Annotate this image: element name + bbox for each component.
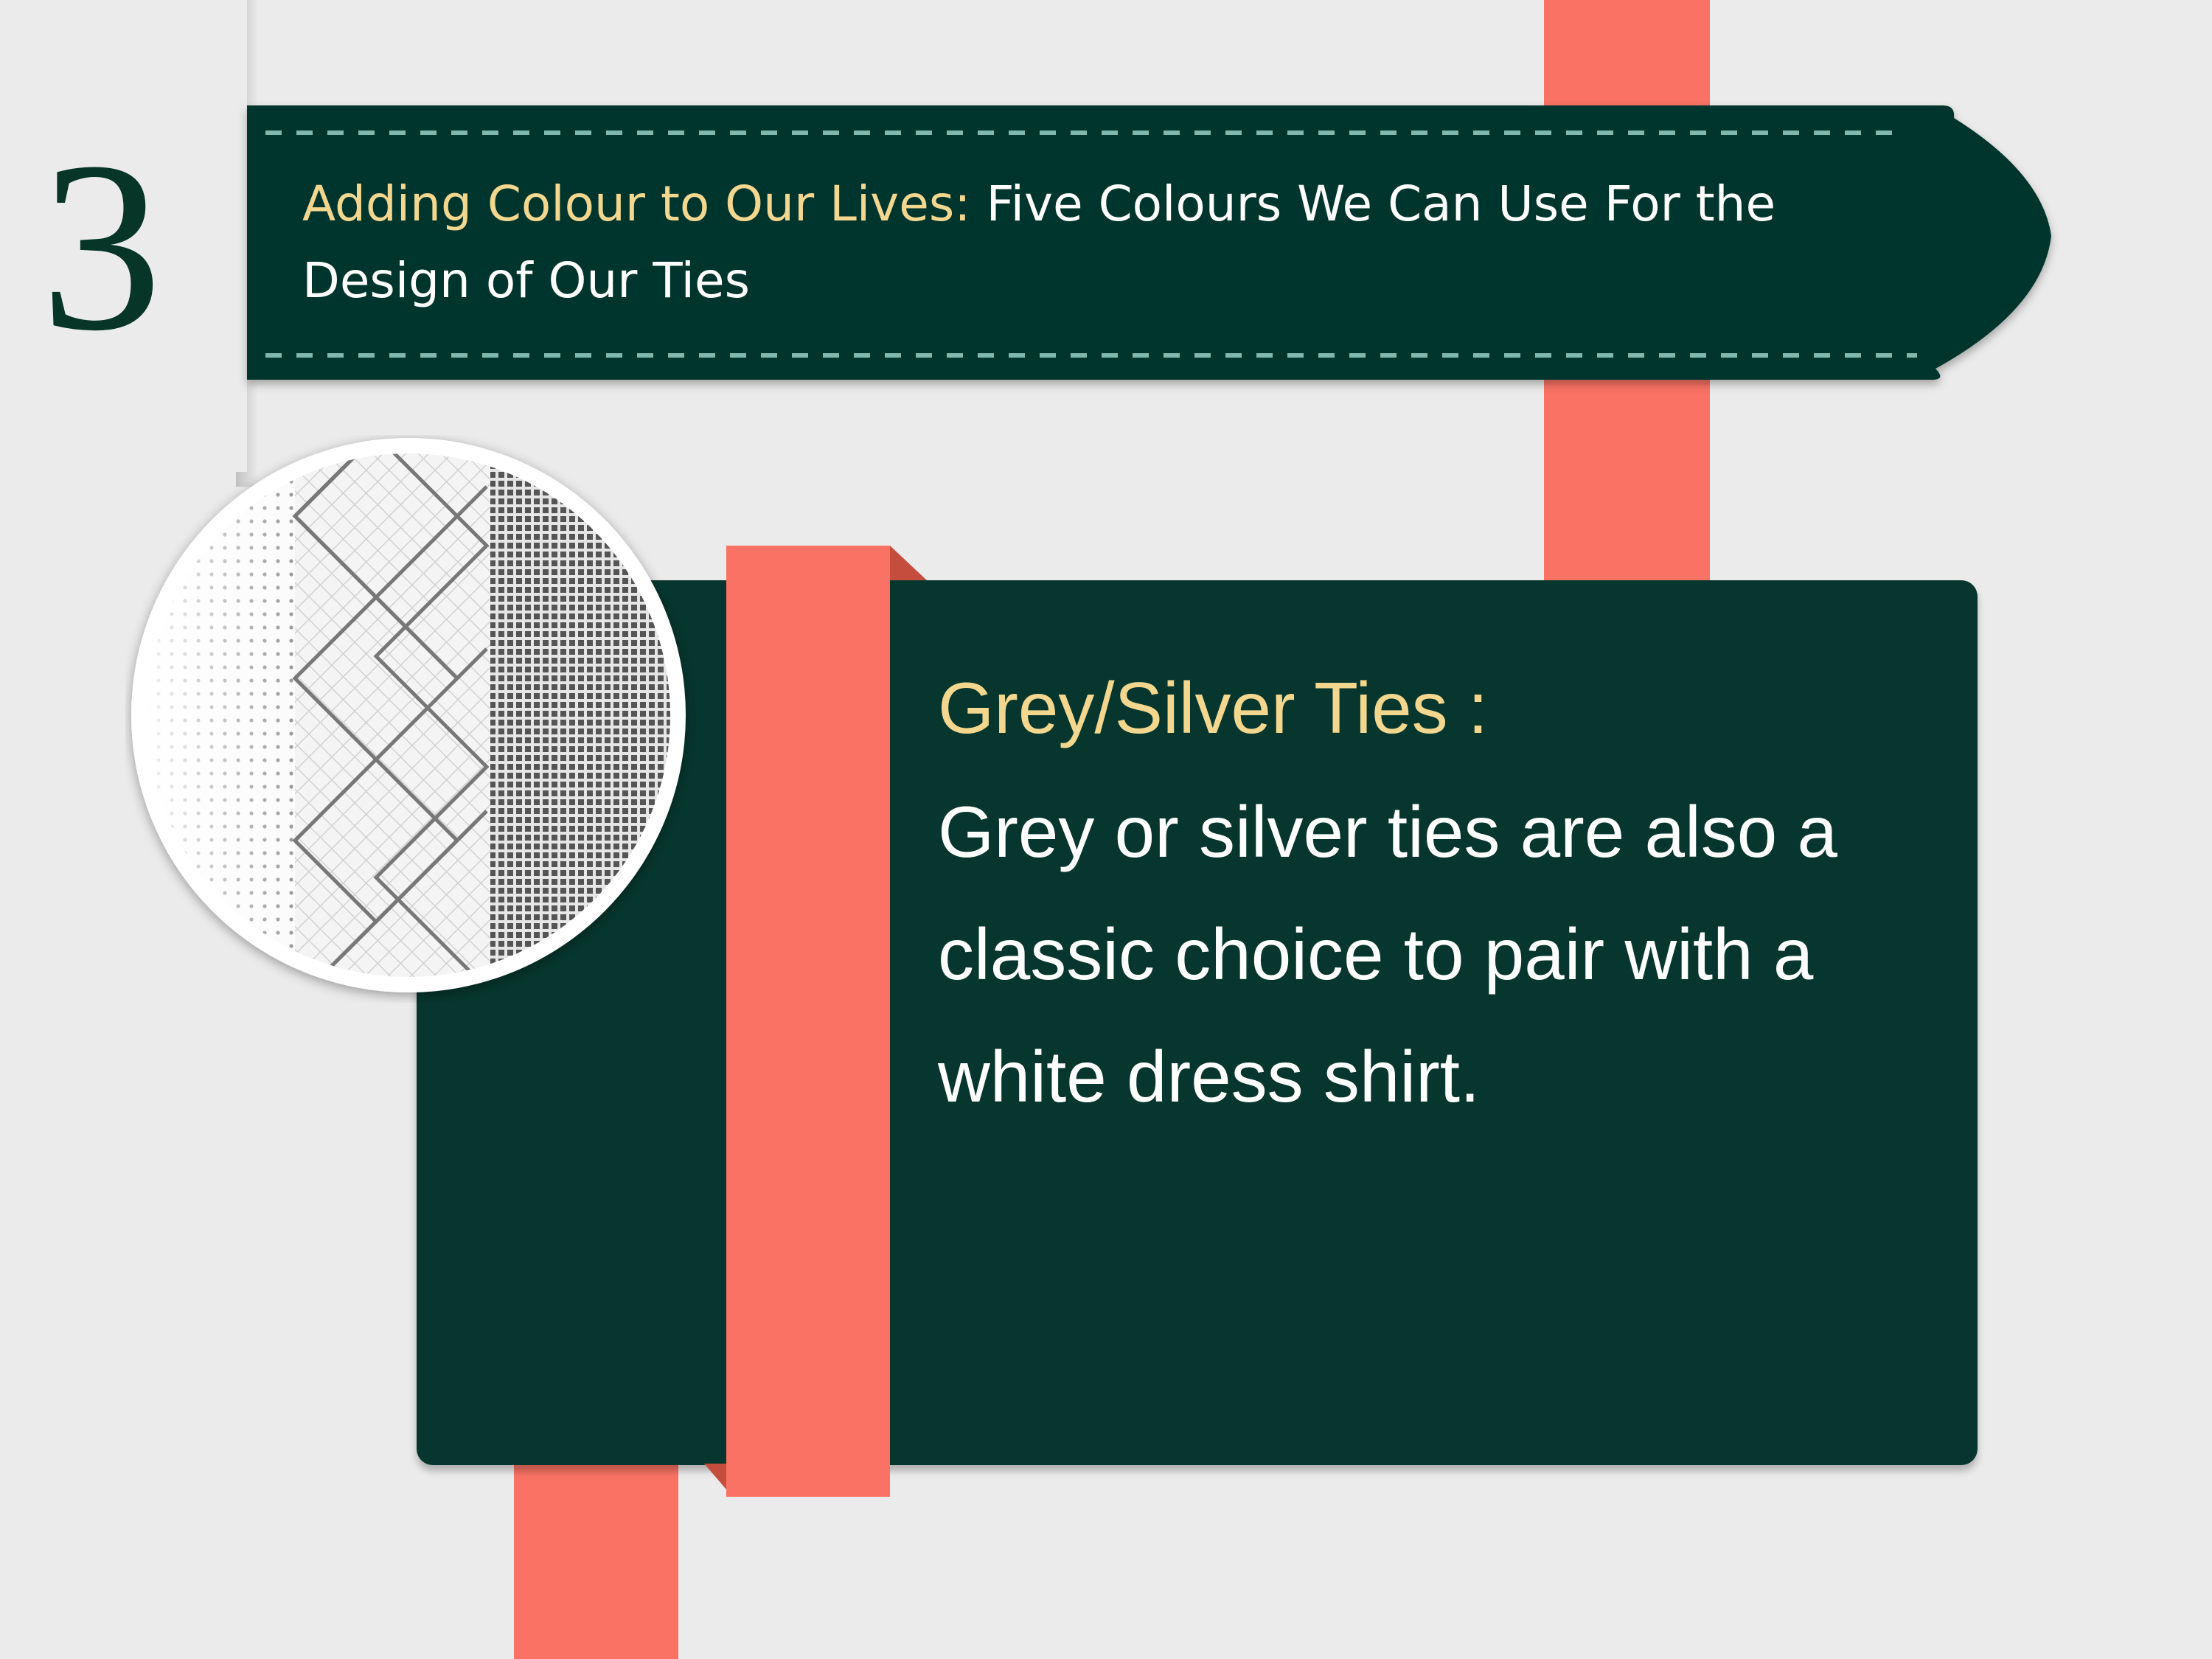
card-body-text: Grey or silver ties are also a classic c… bbox=[938, 791, 1837, 1117]
coral-strip-bottom-left bbox=[514, 1445, 678, 1659]
card-title: Grey/Silver Ties : bbox=[938, 667, 1489, 748]
header-title-line2: Design of Our Ties bbox=[302, 252, 750, 309]
header-title: Adding Colour to Our Lives: Five Colours… bbox=[302, 166, 1851, 319]
header-title-rest: Five Colours We Can Use For the bbox=[970, 175, 1776, 232]
coral-ribbon bbox=[704, 546, 927, 1497]
header-title-accent: Adding Colour to Our Lives: bbox=[302, 175, 971, 232]
magnified-tie-texture-icon bbox=[131, 438, 686, 992]
